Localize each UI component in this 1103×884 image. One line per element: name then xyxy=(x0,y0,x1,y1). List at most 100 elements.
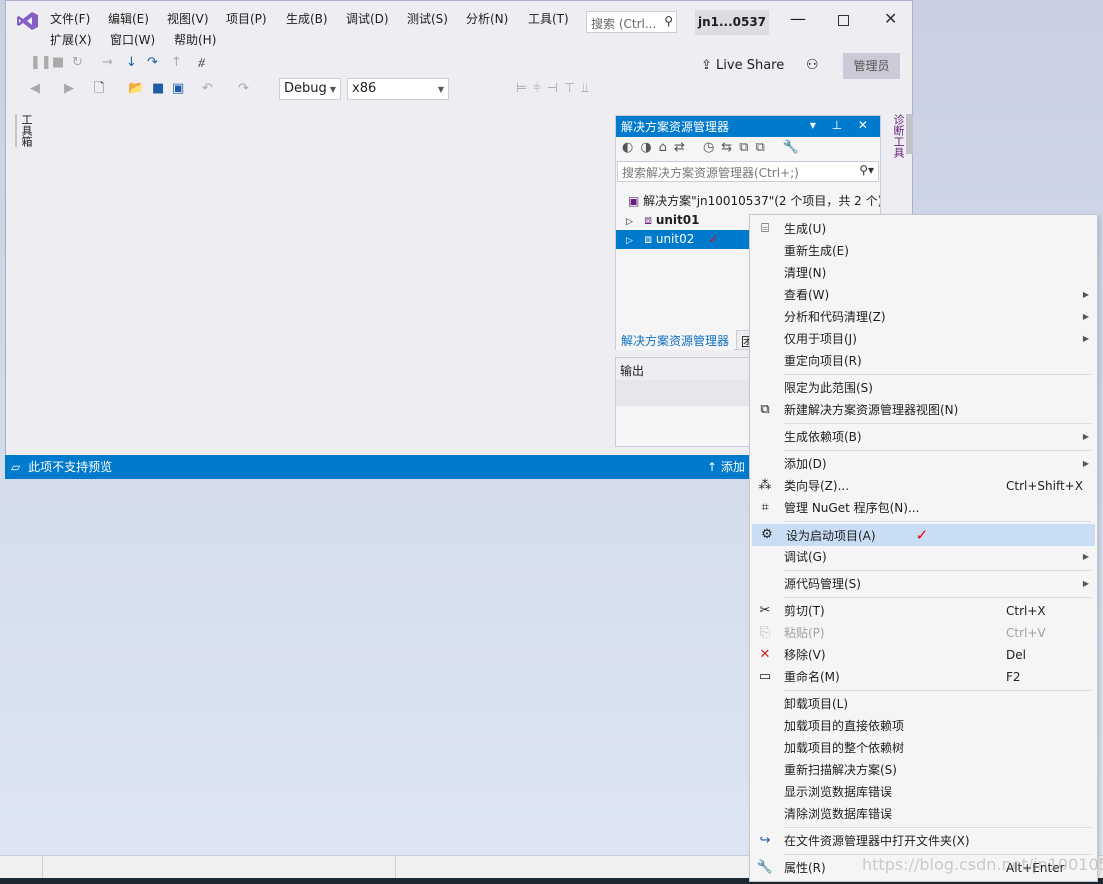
search-box[interactable]: 搜索 (Ctrl... ⚲ xyxy=(586,11,677,33)
context-menu-item[interactable]: 源代码管理(S) ▶ xyxy=(750,573,1097,595)
add-source-control[interactable]: ↑ 添加 xyxy=(707,455,745,479)
submenu-arrow-icon: ▶ xyxy=(1082,459,1089,468)
context-menu-item[interactable]: 分析和代码清理(Z) ▶ xyxy=(750,306,1097,328)
menu-item-label: 设为启动项目(A) xyxy=(786,529,876,543)
context-menu-item[interactable]: ⁂ 类向导(Z)... Ctrl+Shift+X xyxy=(750,475,1097,497)
redo-icon[interactable]: ↷ xyxy=(238,81,249,97)
feedback-icon[interactable]: ⚇ xyxy=(806,57,819,73)
context-menu-item[interactable]: 加载项目的整个依赖树 xyxy=(750,737,1097,759)
undo-icon[interactable]: ↶ xyxy=(202,81,213,97)
menu-item[interactable]: 文件(F) xyxy=(50,10,90,27)
solution-node[interactable]: ▣ 解决方案"jn10010537"(2 个项目，共 2 个) xyxy=(616,192,880,211)
output-title: 输出 xyxy=(616,358,749,380)
panel-controls[interactable]: ▾ ⊥ ✕ xyxy=(810,118,874,132)
solution-name-badge[interactable]: jn1...0537 xyxy=(695,10,769,35)
menu-item[interactable]: 工具(T) xyxy=(528,10,569,27)
context-menu-item[interactable]: ⧉ 新建解决方案资源管理器视图(N) xyxy=(750,399,1097,421)
menu-item-label: 生成依赖项(B) xyxy=(784,430,862,444)
wrench-icon: 🔧 xyxy=(756,860,774,875)
context-menu-item[interactable]: ⎘ 粘贴(P) Ctrl+V xyxy=(750,622,1097,644)
menu-item[interactable]: 分析(N) xyxy=(466,10,508,27)
step-into-icon[interactable]: ↓ xyxy=(126,55,137,71)
toolbox-tab[interactable]: 工具箱 xyxy=(15,114,34,147)
context-menu-item[interactable]: ▭ 重命名(M) F2 xyxy=(750,666,1097,688)
context-menu-item[interactable]: ⚙ 设为启动项目(A) ✓ xyxy=(752,524,1095,546)
rename-icon: ▭ xyxy=(758,669,772,684)
align-icons[interactable]: ⊨⫩⊣⊤⫫ xyxy=(516,81,595,97)
menu-item[interactable]: 窗口(W) xyxy=(110,31,155,48)
configuration-select[interactable]: Debug ▼ xyxy=(279,78,341,100)
context-menu-item[interactable]: 生成依赖项(B) ▶ xyxy=(750,426,1097,448)
context-menu-item[interactable]: 重新生成(E) xyxy=(750,240,1097,262)
context-menu-item[interactable]: 卸载项目(L) xyxy=(750,693,1097,715)
context-menu-item[interactable]: 查看(W) ▶ xyxy=(750,284,1097,306)
context-menu-item[interactable]: ✕ 移除(V) Del xyxy=(750,644,1097,666)
context-menu-item[interactable]: 重定向项目(R) xyxy=(750,350,1097,372)
context-menu-item[interactable]: 加载项目的直接依赖项 xyxy=(750,715,1097,737)
platform-select[interactable]: x86 ▼ xyxy=(347,78,449,100)
scrollbar[interactable] xyxy=(906,114,913,154)
menu-item-label: 重新生成(E) xyxy=(784,244,849,258)
context-menu-item[interactable]: 仅用于项目(J) ▶ xyxy=(750,328,1097,350)
context-menu-item[interactable]: 显示浏览数据库错误 xyxy=(750,781,1097,803)
live-share-button[interactable]: ⇪ Live Share xyxy=(701,58,784,73)
submenu-arrow-icon: ▶ xyxy=(1082,432,1089,441)
minimize-button[interactable]: — xyxy=(790,9,806,28)
menu-item-label: 显示浏览数据库错误 xyxy=(784,785,893,799)
menu-item[interactable]: 视图(V) xyxy=(167,10,209,27)
menu-item-label: 移除(V) xyxy=(784,648,826,662)
live-share-label: Live Share xyxy=(716,58,785,73)
context-menu-item[interactable]: ⌸ 生成(U) xyxy=(750,218,1097,240)
save-all-icon[interactable]: ▣ xyxy=(172,81,184,97)
menu-item[interactable]: 帮助(H) xyxy=(174,31,216,48)
se-search-input[interactable]: 搜索解决方案资源管理器(Ctrl+;) ⚲▾ xyxy=(617,161,879,182)
se-toolbar[interactable]: ◐◑⌂⇄ ◷⇆⧉⧉ 🔧 xyxy=(616,137,880,161)
context-menu-item[interactable]: 清理(N) xyxy=(750,262,1097,284)
context-menu-item[interactable]: 调试(G) ▶ xyxy=(750,546,1097,568)
menu-item[interactable]: 生成(B) xyxy=(286,10,328,27)
context-menu-item[interactable]: ✂ 剪切(T) Ctrl+X xyxy=(750,600,1097,622)
new-project-icon[interactable]: 🗋 xyxy=(94,81,104,97)
show-next-statement-icon[interactable]: → xyxy=(102,55,113,71)
expand-icon: ▷ xyxy=(626,236,633,246)
solution-icon: ▣ xyxy=(628,194,640,208)
menu-item[interactable]: 编辑(E) xyxy=(108,10,149,27)
context-menu-item[interactable]: 限定为此范围(S) xyxy=(750,377,1097,399)
context-menu-item[interactable]: ↪ 在文件资源管理器中打开文件夹(X) xyxy=(750,830,1097,852)
menu-item-label: 添加(D) xyxy=(784,457,827,471)
search-icon: ⚲ xyxy=(664,14,673,28)
submenu-arrow-icon: ▶ xyxy=(1082,552,1089,561)
context-menu-item[interactable]: 重新扫描解决方案(S) xyxy=(750,759,1097,781)
pause-icon[interactable]: ❚❚ xyxy=(30,55,52,71)
menu-item[interactable]: 调试(D) xyxy=(346,10,389,27)
context-menu-item[interactable]: 🔧 属性(R) Alt+Enter xyxy=(750,857,1097,879)
preview-icon: ▱ xyxy=(11,460,21,474)
step-out-icon[interactable]: ↑ xyxy=(171,55,182,71)
hex-display-icon[interactable]: ⧣ xyxy=(198,55,205,71)
configuration-value: Debug xyxy=(284,81,327,96)
menu-item[interactable]: 测试(S) xyxy=(407,10,448,27)
new-view-icon: ⧉ xyxy=(760,402,770,417)
tab-solution-explorer[interactable]: 解决方案资源管理器 xyxy=(616,330,735,350)
menu-item-label: 清除浏览数据库错误 xyxy=(784,807,893,821)
menu-item-label: 重命名(M) xyxy=(784,670,840,684)
context-menu-item[interactable]: ⌗ 管理 NuGet 程序包(N)... xyxy=(750,497,1097,519)
step-over-icon[interactable]: ↷ xyxy=(147,55,158,71)
open-file-icon[interactable]: 📂 xyxy=(128,81,144,97)
project-label: unit01 xyxy=(655,213,700,227)
menu-item[interactable]: 项目(P) xyxy=(226,10,267,27)
context-menu-item[interactable]: 清除浏览数据库错误 xyxy=(750,803,1097,825)
restart-icon[interactable]: ↻ xyxy=(72,55,83,71)
diagnostic-tools-tab[interactable]: 诊断工具 xyxy=(890,114,906,158)
save-icon[interactable]: ■ xyxy=(152,81,164,97)
back-icon[interactable]: ◀ xyxy=(30,81,40,97)
forward-icon[interactable]: ▶ xyxy=(64,81,74,97)
maximize-button[interactable] xyxy=(838,15,849,26)
search-placeholder: 搜索 (Ctrl... xyxy=(591,17,657,31)
close-button[interactable]: ✕ xyxy=(884,9,897,28)
platform-value: x86 xyxy=(352,81,377,96)
menu-item[interactable]: 扩展(X) xyxy=(50,31,92,48)
context-menu-item[interactable]: 添加(D) ▶ xyxy=(750,453,1097,475)
status-bar: ▱ 此项不支持预览 ↑ 添加 xyxy=(5,455,755,479)
stop-icon[interactable]: ■ xyxy=(52,55,64,71)
